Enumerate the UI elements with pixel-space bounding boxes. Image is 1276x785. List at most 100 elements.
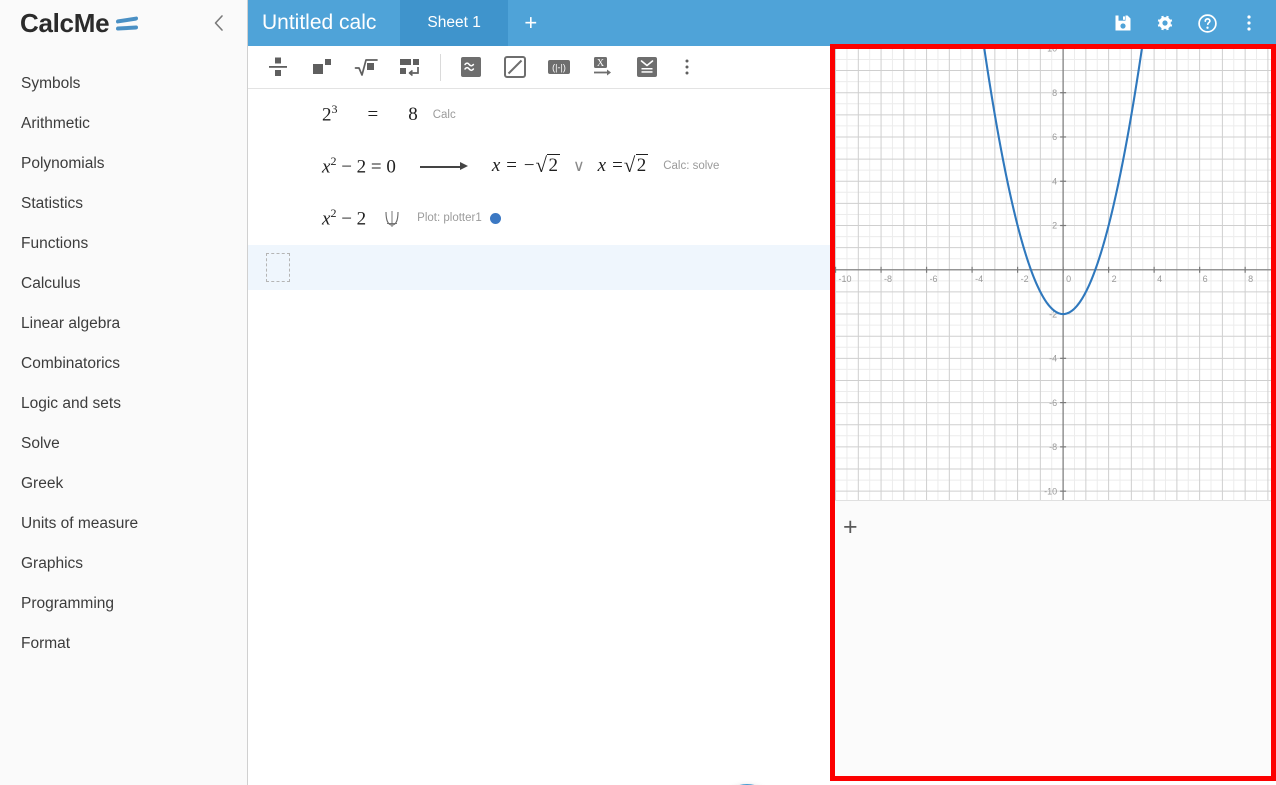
sidebar-item-programming[interactable]: Programming (0, 584, 247, 624)
row-3-exponent: 2 (330, 205, 337, 220)
y-tick-label: -4 (1049, 354, 1057, 364)
settings-gear-icon[interactable] (1146, 4, 1184, 42)
sidebar-item-calculus[interactable]: Calculus (0, 264, 247, 304)
sidebar-item-label: Statistics (21, 195, 84, 212)
row-3-tag: Plot: plotter1 (417, 212, 482, 224)
more-vertical-icon[interactable] (1230, 4, 1268, 42)
y-tick-label: -10 (1044, 486, 1057, 496)
x-tick-label: 0 (1066, 274, 1071, 284)
y-tick-label: 2 (1052, 221, 1057, 231)
x-tick-label: -8 (884, 274, 892, 284)
square-root-icon[interactable] (344, 47, 388, 87)
empty-expression-placeholder[interactable] (266, 253, 290, 282)
sidebar-item-logic-and-sets[interactable]: Logic and sets (0, 384, 247, 424)
sidebar-item-label: Units of measure (21, 515, 139, 532)
x-tick-label: -6 (930, 274, 938, 284)
sidebar-item-solve[interactable]: Solve (0, 424, 247, 464)
sidebar-item-combinatorics[interactable]: Combinatorics (0, 344, 247, 384)
row-2-solution-1: x = − 2 (491, 153, 560, 178)
row-2-tag: Calc: solve (663, 160, 720, 172)
app-logo-text: CalcMe (20, 7, 110, 38)
equals-wave-icon (116, 15, 139, 33)
save-icon[interactable] (1104, 4, 1142, 42)
sidebar-item-linear-algebra[interactable]: Linear algebra (0, 304, 247, 344)
y-tick-label: -6 (1049, 398, 1057, 408)
plot-color-swatch[interactable] (489, 212, 501, 224)
svg-text:X: X (597, 58, 605, 69)
sidebar-item-graphics[interactable]: Graphics (0, 544, 247, 584)
x-tick-label: -2 (1021, 274, 1029, 284)
y-tick-label: 8 (1052, 88, 1057, 98)
toolbar-more-icon[interactable] (669, 47, 705, 87)
sidebar-item-label: Programming (21, 595, 115, 612)
substitute-x-icon[interactable]: X (581, 47, 625, 87)
row-3-rest: − 2 (341, 208, 367, 230)
row-1-result: 8 (408, 103, 418, 125)
y-tick-label: -8 (1049, 442, 1057, 452)
sidebar-item-label: Graphics (21, 555, 84, 572)
approx-equal-icon[interactable] (449, 47, 493, 87)
plot-canvas[interactable]: -10 -8 -6 -4 -2 0 2 4 6 8 10 8 6 4 2 -2 -4 -6 -8 -10 (831, 44, 1276, 500)
sidebar-item-label: Combinatorics (21, 355, 121, 372)
row-2-rest: − 2 = 0 (341, 156, 396, 178)
sidebar-item-format[interactable]: Format (0, 624, 247, 664)
solve-arrow-icon (419, 160, 468, 172)
not-symbol-icon[interactable] (493, 47, 537, 87)
x-tick-label: 8 (1248, 274, 1253, 284)
document-title[interactable]: Untitled calc (248, 0, 400, 46)
calcme-app: CalcMe Symbols Arithmetic Polynomials St… (0, 0, 1276, 785)
sqrt-icon: 2 (535, 153, 560, 178)
y-tick-label: 10 (1047, 44, 1057, 54)
sidebar-menu: Symbols Arithmetic Polynomials Statistic… (0, 64, 247, 664)
sidebar-item-symbols[interactable]: Symbols (0, 64, 247, 104)
sidebar-item-greek[interactable]: Greek (0, 464, 247, 504)
sqrt-icon: 2 (624, 153, 649, 178)
row-1-expression: 23 (322, 102, 338, 126)
sidebar-item-units-of-measure[interactable]: Units of measure (0, 504, 247, 544)
row-2-exponent: 2 (330, 153, 337, 168)
row-1-equals: = (367, 103, 379, 125)
sidebar-item-arithmetic[interactable]: Arithmetic (0, 104, 247, 144)
sidebar-item-label: Format (21, 635, 71, 652)
svg-text:(|-|): (|-|) (552, 63, 566, 73)
chevron-left-icon[interactable] (205, 10, 231, 36)
logical-or-symbol: ∨ (572, 158, 585, 175)
main-panel: Untitled calc Sheet 1 + (|-|) X 23 = 8 C… (248, 0, 1276, 785)
row-2-sol1-prefix: x = − (491, 155, 536, 176)
x-tick-label: -10 (839, 274, 852, 284)
x-tick-label: 4 (1157, 274, 1162, 284)
row-2-expression: x2 − 2 = 0 (322, 154, 396, 178)
row-1-base: 2 (322, 104, 332, 126)
sidebar-item-label: Functions (21, 235, 89, 252)
sidebar-item-functions[interactable]: Functions (0, 224, 247, 264)
row-1-exponent: 3 (331, 102, 338, 117)
help-icon[interactable] (1188, 4, 1226, 42)
row-1-tag: Calc (432, 108, 456, 121)
tab-sheet-1[interactable]: Sheet 1 (400, 0, 508, 46)
matrix-newline-icon[interactable] (388, 47, 432, 87)
add-sheet-button[interactable]: + (508, 0, 554, 46)
topbar-actions (1104, 0, 1276, 46)
x-tick-label: 6 (1203, 274, 1208, 284)
sidebar-item-label: Arithmetic (21, 115, 90, 132)
sidebar: CalcMe Symbols Arithmetic Polynomials St… (0, 0, 248, 785)
sidebar-item-polynomials[interactable]: Polynomials (0, 144, 247, 184)
sidebar-item-label: Linear algebra (21, 315, 121, 332)
solve-check-icon[interactable] (625, 47, 669, 87)
row-2-sol1-radicand: 2 (548, 155, 558, 176)
sidebar-item-label: Polynomials (21, 155, 105, 172)
plot-add-button[interactable]: + (831, 500, 1276, 554)
app-logo: CalcMe (20, 7, 139, 39)
y-tick-label: 6 (1052, 132, 1057, 142)
plot-svg: -10 -8 -6 -4 -2 0 2 4 6 8108642-2-4-6-8-10 (831, 44, 1276, 500)
top-bar: Untitled calc Sheet 1 + (248, 0, 1276, 46)
sidebar-item-statistics[interactable]: Statistics (0, 184, 247, 224)
sidebar-item-label: Logic and sets (21, 395, 121, 412)
evaluate-parens-icon[interactable]: (|-|) (537, 47, 581, 87)
row-2-sol2-prefix: x = (597, 155, 624, 176)
exponent-icon[interactable] (300, 47, 344, 87)
y-tick-label: 4 (1052, 176, 1057, 186)
fraction-icon[interactable] (256, 47, 300, 87)
row-3-expression: x2 − 2 (322, 206, 366, 230)
